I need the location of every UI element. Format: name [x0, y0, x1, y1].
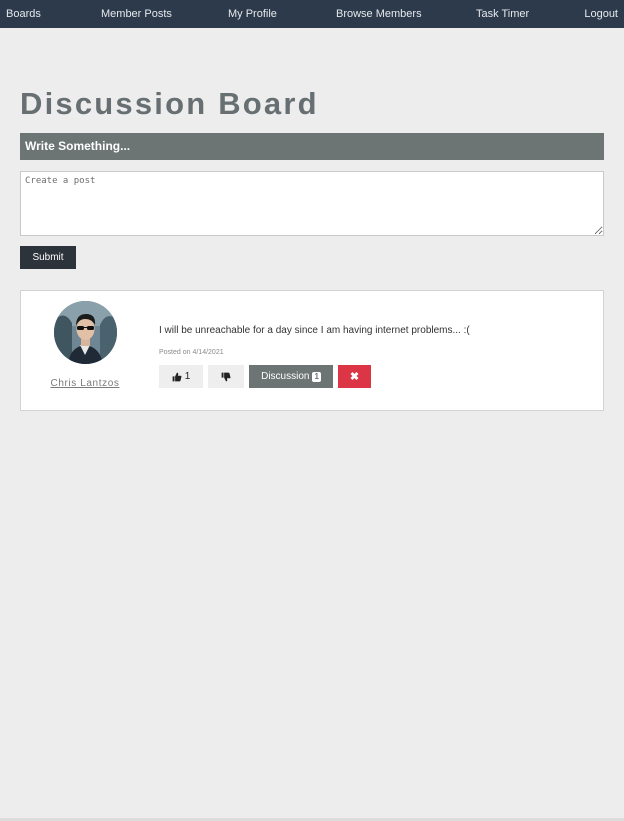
nav-member-posts-link[interactable]: Member Posts — [101, 0, 172, 28]
page-title: Discussion Board — [20, 86, 319, 121]
author-name-link[interactable]: Chris Lantzos — [21, 378, 149, 389]
thumbs-down-icon — [221, 372, 231, 381]
submit-button[interactable]: Submit — [20, 246, 76, 269]
close-icon: ✖ — [349, 371, 360, 383]
create-post-input[interactable] — [20, 171, 604, 236]
nav-boards-link[interactable]: Boards — [6, 0, 41, 28]
delete-post-button[interactable]: ✖ — [338, 365, 371, 388]
post-text: I will be unreachable for a day since I … — [159, 325, 470, 336]
post-card: Chris Lantzos I will be unreachable for … — [20, 290, 604, 411]
nav-my-profile-link[interactable]: My Profile — [228, 0, 277, 28]
thumbs-up-icon — [172, 372, 182, 381]
like-count: 1 — [184, 371, 191, 382]
dislike-button[interactable] — [208, 365, 244, 388]
nav-task-timer-link[interactable]: Task Timer — [476, 0, 529, 28]
post-date: Posted on 4/14/2021 — [159, 349, 224, 356]
avatar[interactable] — [54, 301, 117, 364]
avatar-photo — [54, 301, 117, 364]
discussion-label: Discussion — [261, 371, 310, 382]
discussion-button[interactable]: Discussion 1 — [249, 365, 333, 388]
discussion-count-badge: 1 — [312, 371, 321, 382]
write-something-header: Write Something... — [20, 133, 604, 160]
nav-logout-link[interactable]: Logout — [584, 0, 618, 28]
like-button[interactable]: 1 — [159, 365, 203, 388]
nav-browse-members-link[interactable]: Browse Members — [336, 0, 422, 28]
top-navbar: Boards Member Posts My Profile Browse Me… — [0, 0, 624, 28]
